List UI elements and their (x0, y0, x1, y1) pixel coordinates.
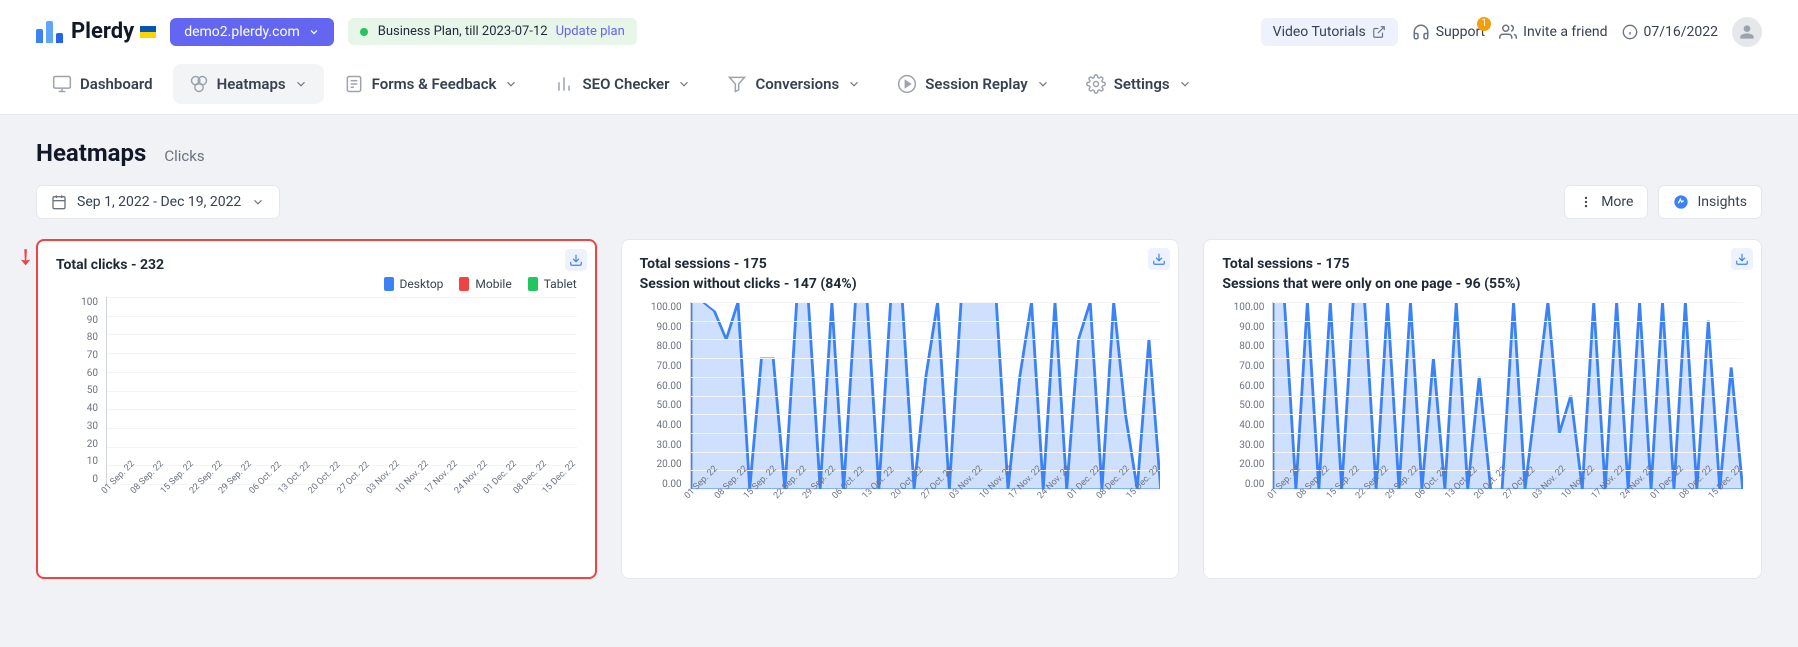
area-chart: 100.0090.0080.0070.0060.0050.0040.0030.0… (1222, 302, 1743, 522)
nav-dashboard-label: Dashboard (80, 75, 153, 93)
invite-link[interactable]: Invite a friend (1499, 23, 1607, 41)
nav-settings-label: Settings (1114, 75, 1170, 93)
users-icon (1499, 23, 1517, 41)
nav-replay-label: Session Replay (925, 75, 1027, 93)
download-icon (1735, 252, 1749, 266)
external-link-icon (1372, 25, 1386, 39)
card-subtitle: Sessions that were only on one page - 96… (1222, 276, 1743, 292)
nav-forms[interactable]: Forms & Feedback (328, 64, 535, 104)
site-selector[interactable]: demo2.plerdy.com (170, 18, 334, 46)
annotation-arrow-icon: ➘ (10, 242, 41, 273)
plan-chip: Business Plan, till 2023-07-12 Update pl… (348, 18, 637, 45)
avatar[interactable] (1732, 17, 1762, 47)
download-button[interactable] (1731, 248, 1753, 270)
status-dot-icon (360, 28, 368, 36)
nav-seo-label: SEO Checker (582, 75, 669, 93)
bar-chart: 1009080706050403020100 01 Sep. 2208 Sep.… (56, 297, 577, 517)
main-nav: Dashboard Heatmaps Forms & Feedback SEO … (0, 54, 1798, 115)
chevron-down-icon (1178, 77, 1192, 91)
legend-item[interactable]: Mobile (459, 277, 511, 291)
legend-item[interactable]: Tablet (528, 277, 577, 291)
logo-icon (36, 21, 63, 43)
download-icon (569, 253, 583, 267)
logo-text: Plerdy (71, 19, 134, 44)
flag-icon (140, 26, 156, 38)
nav-forms-label: Forms & Feedback (372, 75, 497, 93)
video-tutorials-button[interactable]: Video Tutorials (1261, 18, 1398, 46)
headset-icon (1412, 23, 1430, 41)
page: Heatmaps Clicks Sep 1, 2022 - Dec 19, 20… (0, 115, 1798, 603)
site-selector-label: demo2.plerdy.com (184, 24, 300, 40)
chevron-down-icon (251, 195, 265, 209)
page-subtitle: Clicks (164, 147, 204, 165)
info-icon (1622, 24, 1638, 40)
nav-dashboard[interactable]: Dashboard (36, 64, 169, 104)
chevron-down-icon (308, 26, 320, 38)
video-tutorials-label: Video Tutorials (1273, 24, 1366, 40)
page-title: Heatmaps (36, 139, 146, 167)
card-subtitle: Session without clicks - 147 (84%) (640, 276, 1161, 292)
dots-vertical-icon (1579, 195, 1593, 209)
download-button[interactable] (565, 249, 587, 271)
legend-item[interactable]: Desktop (384, 277, 444, 291)
gear-icon (1086, 74, 1106, 94)
funnel-icon (727, 74, 747, 94)
insights-button[interactable]: Insights (1658, 185, 1762, 219)
chevron-down-icon (504, 77, 518, 91)
chevron-down-icon (847, 77, 861, 91)
seo-icon (554, 74, 574, 94)
chevron-down-icon (294, 77, 308, 91)
user-icon (1739, 24, 1755, 40)
support-badge: 1 (1477, 17, 1491, 31)
card-sessions-without-clicks: Total sessions - 175 Session without cli… (621, 239, 1180, 579)
nav-conversions-label: Conversions (755, 75, 839, 93)
monitor-icon (52, 74, 72, 94)
insights-icon (1673, 194, 1689, 210)
date-display-label: 07/16/2022 (1644, 24, 1719, 40)
area-chart: 100.0090.0080.0070.0060.0050.0040.0030.0… (640, 302, 1161, 522)
plan-text: Business Plan, till 2023-07-12 (378, 24, 548, 39)
download-icon (1152, 252, 1166, 266)
insights-label: Insights (1697, 194, 1747, 210)
heatmap-icon (189, 74, 209, 94)
more-label: More (1601, 194, 1633, 210)
card-title: Total sessions - 175 (640, 256, 1161, 272)
chart-legend: Desktop Mobile Tablet (56, 277, 577, 291)
support-link[interactable]: 1 Support (1412, 23, 1485, 41)
date-range-picker[interactable]: Sep 1, 2022 - Dec 19, 2022 (36, 185, 280, 219)
card-sessions-one-page: Total sessions - 175 Sessions that were … (1203, 239, 1762, 579)
card-total-clicks: ➘ Total clicks - 232 DesktopMobileTablet… (36, 239, 597, 579)
nav-settings[interactable]: Settings (1070, 64, 1208, 104)
update-plan-link[interactable]: Update plan (556, 24, 625, 39)
download-button[interactable] (1148, 248, 1170, 270)
nav-replay[interactable]: Session Replay (881, 64, 1065, 104)
invite-label: Invite a friend (1523, 24, 1607, 40)
topbar: Plerdy demo2.plerdy.com Business Plan, t… (0, 0, 1798, 54)
calendar-icon (51, 194, 67, 210)
more-button[interactable]: More (1564, 185, 1648, 219)
nav-heatmaps[interactable]: Heatmaps (173, 64, 324, 104)
card-title: Total sessions - 175 (1222, 256, 1743, 272)
play-icon (897, 74, 917, 94)
date-range-label: Sep 1, 2022 - Dec 19, 2022 (77, 194, 241, 210)
nav-seo[interactable]: SEO Checker (538, 64, 707, 104)
logo[interactable]: Plerdy (36, 19, 156, 44)
chevron-down-icon (677, 77, 691, 91)
chevron-down-icon (1036, 77, 1050, 91)
form-icon (344, 74, 364, 94)
nav-heatmaps-label: Heatmaps (217, 75, 286, 93)
nav-conversions[interactable]: Conversions (711, 64, 877, 104)
card-title: Total clicks - 232 (56, 257, 577, 273)
date-display: 07/16/2022 (1622, 24, 1719, 40)
